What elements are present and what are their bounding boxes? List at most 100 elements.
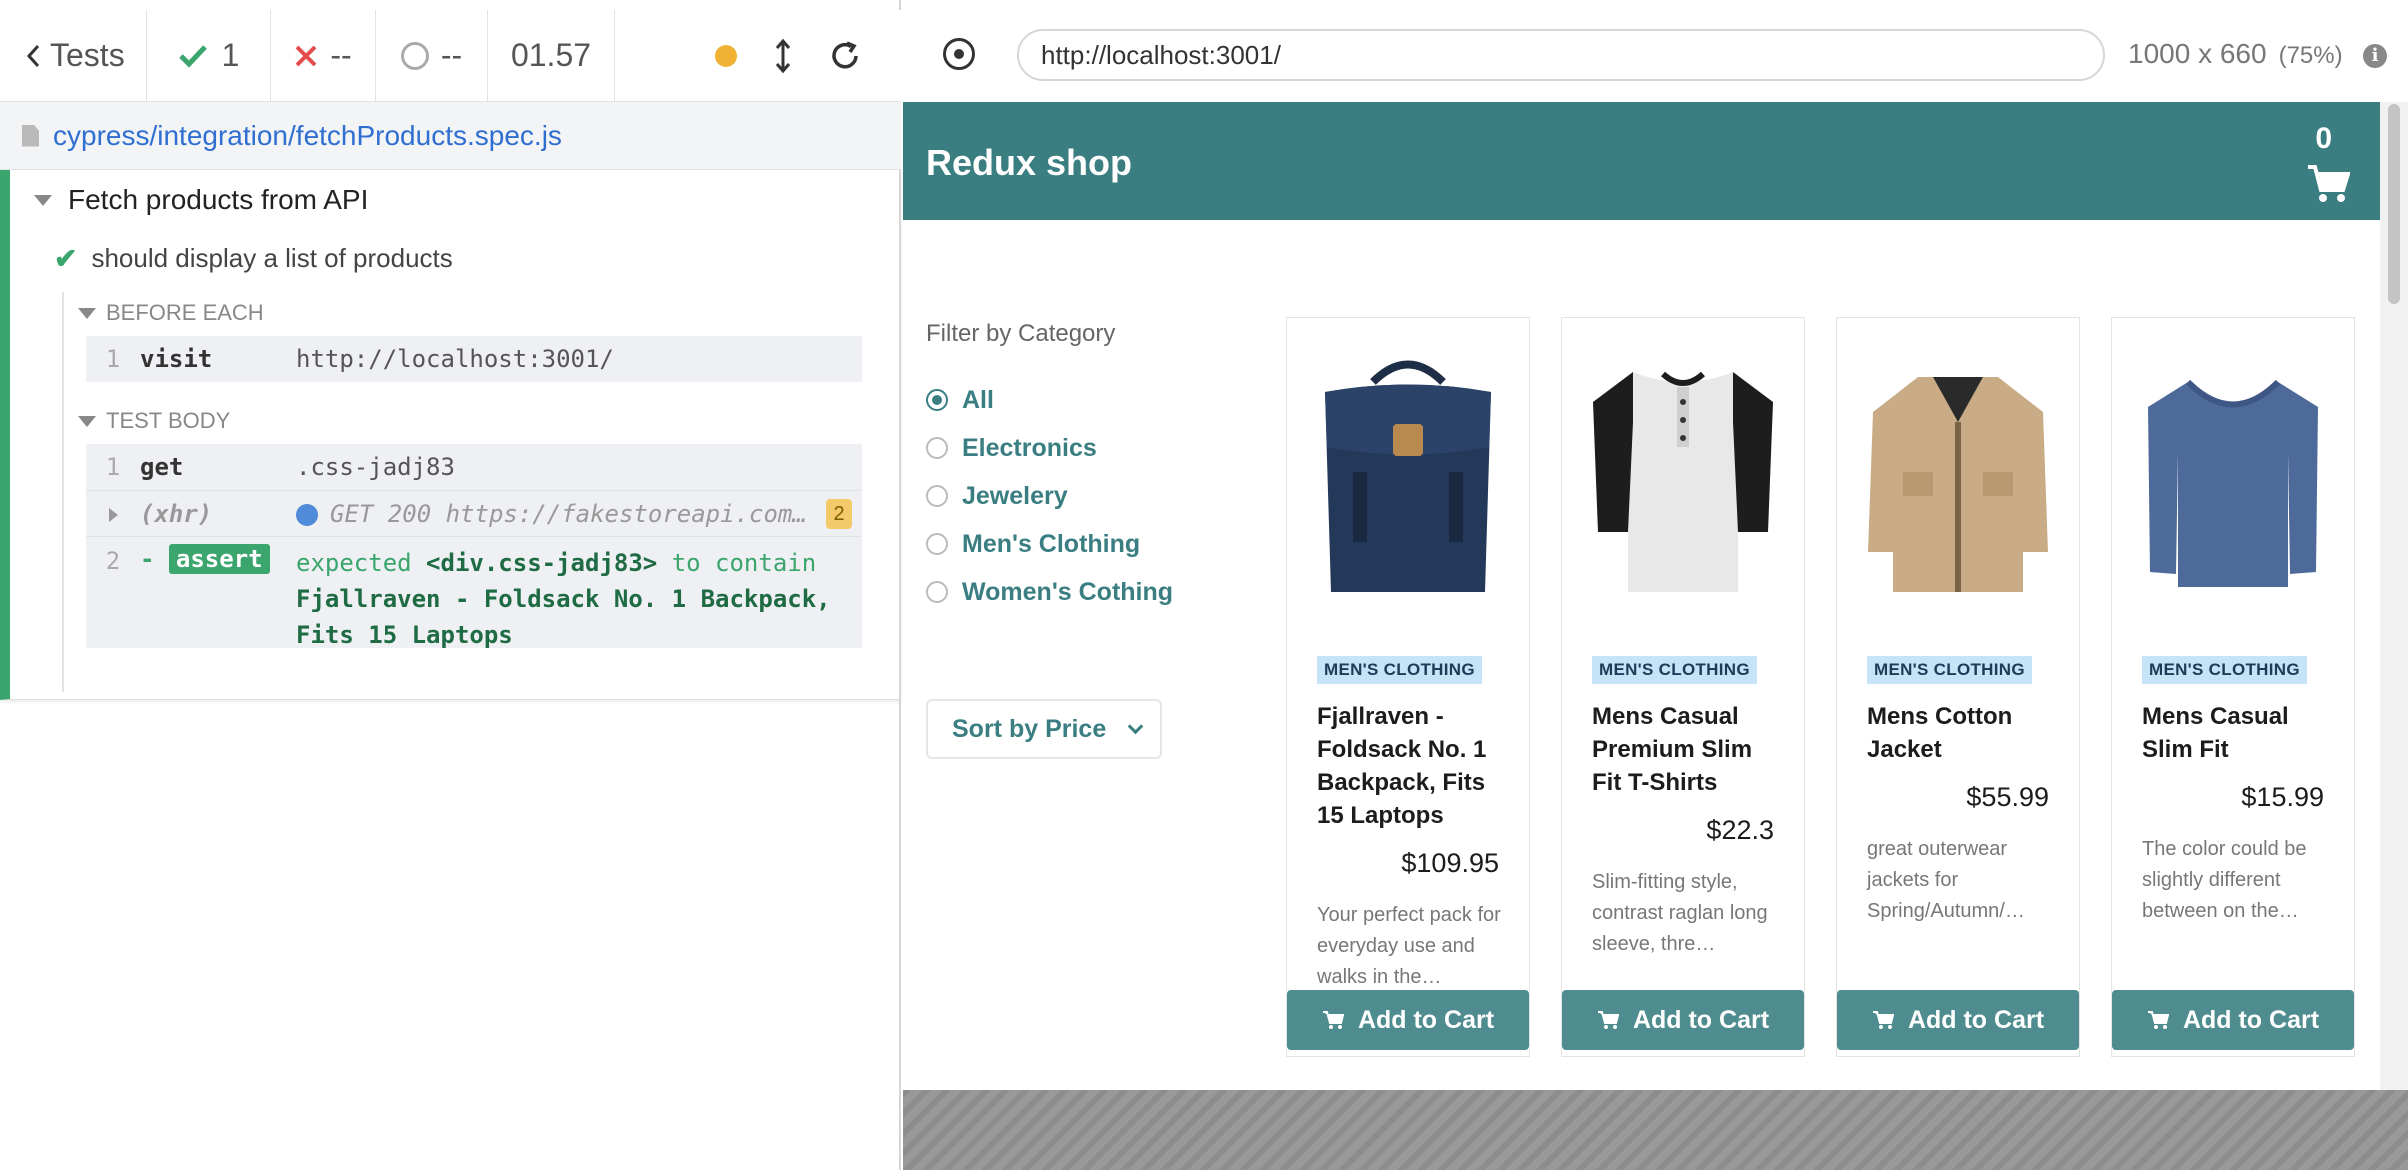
x-icon xyxy=(295,45,317,66)
cart-icon xyxy=(1872,1011,1894,1029)
assert-value: Fjallraven - Foldsack No. 1 Backpack, Fi… xyxy=(296,585,831,649)
radio-icon[interactable] xyxy=(926,437,948,459)
command-message: .css-jadj83 xyxy=(296,453,455,481)
category-option-electronics[interactable]: Electronics xyxy=(926,424,1226,472)
product-description: The color could be slightly different be… xyxy=(2142,838,2307,922)
cart-count: 0 xyxy=(2315,122,2332,155)
category-option-all[interactable]: All xyxy=(926,376,1226,424)
hook-test-body[interactable]: TEST BODY xyxy=(78,408,230,434)
caret-down-icon xyxy=(78,415,96,427)
status-dot-icon xyxy=(715,44,737,67)
radio-icon[interactable] xyxy=(926,533,948,555)
info-icon[interactable]: i xyxy=(2363,44,2387,68)
selector-playground-icon[interactable] xyxy=(943,38,975,70)
product-description: great outerwear jackets for Spring/Autum… xyxy=(1867,838,2025,922)
add-to-cart-button[interactable]: Add to Cart xyxy=(1287,990,1529,1050)
product-title[interactable]: Fjallraven - Foldsack No. 1 Backpack, Fi… xyxy=(1317,700,1507,832)
product-title[interactable]: Mens Casual Premium Slim Fit T-Shirts xyxy=(1592,700,1782,799)
spec-file-header: cypress/integration/fetchProducts.spec.j… xyxy=(0,102,901,170)
viewport-background xyxy=(903,1090,2408,1170)
category-label: Women's Cothing xyxy=(962,577,1174,606)
caret-down-icon xyxy=(34,194,52,206)
command-name: - assert xyxy=(140,544,296,574)
scrollbar-thumb[interactable] xyxy=(2388,104,2400,304)
test-title[interactable]: ✔ should display a list of products xyxy=(54,242,453,275)
command-number: 1 xyxy=(105,453,121,481)
command-row[interactable]: 1 get .css-jadj83 xyxy=(86,444,862,490)
radio-icon[interactable] xyxy=(926,485,948,507)
add-to-cart-label: Add to Cart xyxy=(1632,1005,1770,1034)
test-runner-panel: Tests 1 -- -- 01.57 cypress/integration/… xyxy=(0,0,901,1170)
suite-title[interactable]: Fetch products from API xyxy=(34,184,368,216)
brand-title[interactable]: Redux shop xyxy=(926,142,1132,184)
radio-icon[interactable] xyxy=(926,581,948,603)
xhr-row[interactable]: (xhr) GET 200 https://fakestoreapi.com… … xyxy=(86,490,862,536)
product-card: MEN'S CLOTHING Mens Cotton Jacket $55.99… xyxy=(1836,317,2080,1057)
category-label: Men's Clothing xyxy=(962,529,1141,558)
passed-value: 1 xyxy=(221,37,240,73)
runner-toolbar: Tests 1 -- -- 01.57 xyxy=(0,9,901,102)
product-card: MEN'S CLOTHING Mens Casual Premium Slim … xyxy=(1561,317,1805,1057)
command-message: GET 200 https://fakestoreapi.com… xyxy=(330,499,807,528)
category-badge: MEN'S CLOTHING xyxy=(2142,656,2307,684)
assert-relation: to contain xyxy=(671,549,817,577)
tests-label: Tests xyxy=(50,37,125,73)
product-card: MEN'S CLOTHING Fjallraven - Foldsack No.… xyxy=(1286,317,1530,1057)
viewport-info: 1000 x 660 (75%) xyxy=(2128,38,2343,70)
category-option-womens-clothing[interactable]: Women's Cothing xyxy=(926,568,1226,616)
suite-title-text: Fetch products from API xyxy=(68,184,369,215)
request-count-badge: 2 xyxy=(826,499,852,529)
command-name: (xhr) xyxy=(140,499,213,528)
test-title-text: should display a list of products xyxy=(91,243,453,273)
app-header: Redux shop 0 xyxy=(903,102,2380,220)
cart-icon xyxy=(1597,1011,1619,1029)
app-scrollbar[interactable] xyxy=(2380,102,2408,1090)
add-to-cart-button[interactable]: Add to Cart xyxy=(1837,990,2079,1050)
add-to-cart-label: Add to Cart xyxy=(1357,1005,1495,1034)
command-message: http://localhost:3001/ xyxy=(296,345,614,373)
category-label: Jewelery xyxy=(962,481,1068,510)
sort-label: Sort by Price xyxy=(952,714,1107,743)
expand-toggle[interactable] xyxy=(86,500,140,528)
assert-prefix: - xyxy=(140,545,155,573)
assert-message: expected <div.css-jadj83> to contain Fja… xyxy=(296,545,836,653)
product-title[interactable]: Mens Cotton Jacket xyxy=(1867,700,2057,766)
pending-icon xyxy=(400,41,429,70)
command-row[interactable]: 1 visit http://localhost:3001/ xyxy=(86,336,862,382)
hook-before-each[interactable]: BEFORE EACH xyxy=(78,300,264,326)
hook-label: BEFORE EACH xyxy=(106,300,264,325)
restart-icon[interactable] xyxy=(829,40,861,72)
caret-down-icon xyxy=(78,307,96,319)
spec-file-link[interactable]: cypress/integration/fetchProducts.spec.j… xyxy=(53,120,562,152)
sort-by-price-button[interactable]: Sort by Price xyxy=(926,699,1162,759)
viewport-size: 1000 x 660 xyxy=(2128,38,2267,69)
radio-selected-icon[interactable] xyxy=(926,389,948,411)
hook-label: TEST BODY xyxy=(106,408,231,433)
url-bar[interactable]: http://localhost:3001/ xyxy=(1017,29,2105,81)
command-number: 1 xyxy=(105,345,121,373)
category-label: All xyxy=(962,385,994,414)
tests-back-button[interactable]: Tests xyxy=(0,9,147,102)
preview-toolbar: http://localhost:3001/ 1000 x 660 (75%) … xyxy=(903,0,2408,102)
add-to-cart-button[interactable]: Add to Cart xyxy=(2112,990,2354,1050)
command-number: 2 xyxy=(105,547,121,575)
category-badge: MEN'S CLOTHING xyxy=(1867,656,2032,684)
add-to-cart-button[interactable]: Add to Cart xyxy=(1562,990,1804,1050)
product-price: $15.99 xyxy=(2241,782,2324,812)
category-option-mens-clothing[interactable]: Men's Clothing xyxy=(926,520,1226,568)
category-option-jewelery[interactable]: Jewelery xyxy=(926,472,1226,520)
cart-icon[interactable] xyxy=(2306,164,2350,204)
add-to-cart-label: Add to Cart xyxy=(2182,1005,2320,1034)
assert-expected: expected xyxy=(296,549,412,577)
category-badge: MEN'S CLOTHING xyxy=(1592,656,1757,684)
auto-scroll-icon[interactable] xyxy=(775,38,791,73)
cart-icon xyxy=(1322,1011,1344,1029)
cart-icon xyxy=(2147,1011,2169,1029)
assert-row[interactable]: 2 - assert expected <div.css-jadj83> to … xyxy=(86,536,862,649)
assert-badge: assert xyxy=(168,544,270,574)
duration-value: 01.57 xyxy=(510,37,592,73)
product-title[interactable]: Mens Casual Slim Fit xyxy=(2142,700,2332,766)
category-filter: Filter by Category All Electronics Jewel… xyxy=(926,320,1226,616)
product-image-jacket xyxy=(1868,377,2048,592)
pending-value: -- xyxy=(440,37,463,73)
